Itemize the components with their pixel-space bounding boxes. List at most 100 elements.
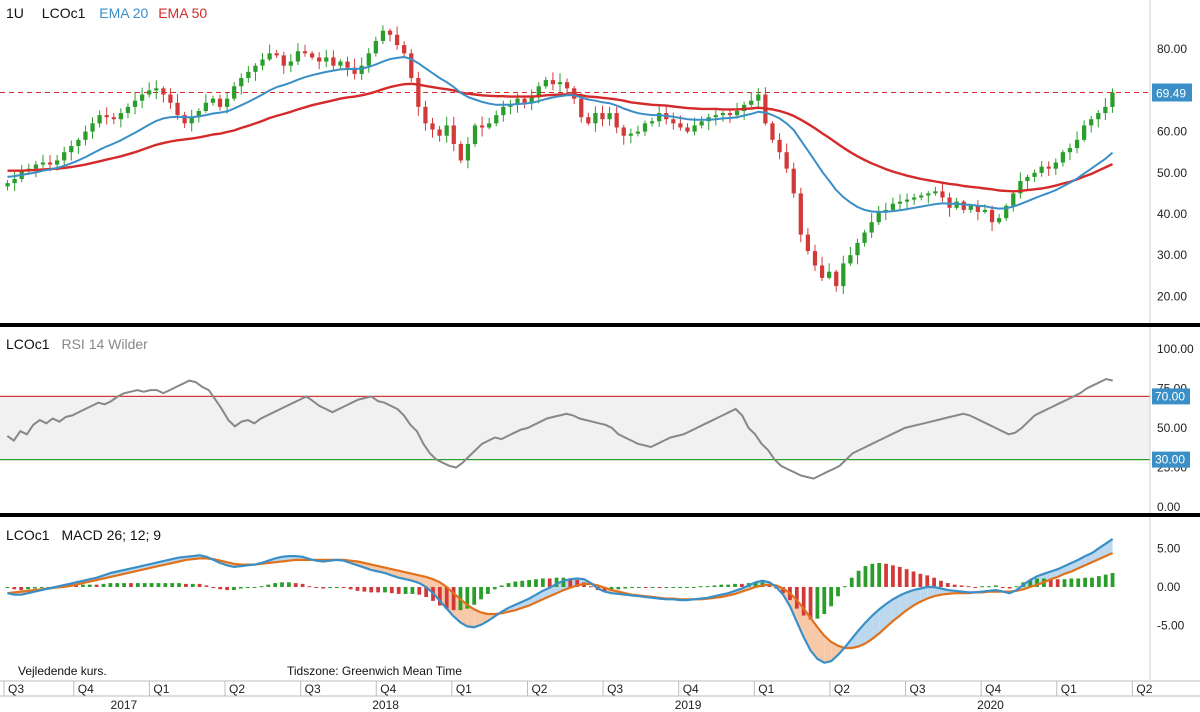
candle-body[interactable] bbox=[288, 61, 293, 66]
candle-body[interactable] bbox=[132, 100, 138, 107]
candle-body[interactable] bbox=[989, 209, 995, 223]
candle-body[interactable] bbox=[1060, 152, 1066, 163]
candle-body[interactable] bbox=[1032, 172, 1037, 177]
candle-body[interactable] bbox=[848, 255, 853, 264]
candle-body[interactable] bbox=[437, 129, 442, 136]
candle-body[interactable] bbox=[274, 53, 279, 56]
macd-histogram-bar[interactable] bbox=[513, 581, 518, 587]
macd-histogram-bar[interactable] bbox=[932, 577, 936, 587]
candle-body[interactable] bbox=[402, 45, 407, 54]
candle-body[interactable] bbox=[1046, 166, 1051, 169]
candle-body[interactable] bbox=[720, 113, 726, 116]
macd-histogram-bar[interactable] bbox=[534, 579, 538, 587]
macd-histogram-bar[interactable] bbox=[197, 583, 202, 587]
macd-histogram-bar[interactable] bbox=[1000, 586, 1005, 588]
candle-body[interactable] bbox=[239, 78, 244, 87]
macd-histogram-bar[interactable] bbox=[142, 583, 147, 587]
macd-histogram-bar[interactable] bbox=[939, 580, 943, 587]
macd-histogram-bar[interactable] bbox=[685, 586, 689, 588]
candle-body[interactable] bbox=[444, 125, 449, 136]
candle-body[interactable] bbox=[366, 53, 371, 66]
candle-body[interactable] bbox=[465, 143, 471, 161]
macd-histogram-bar[interactable] bbox=[506, 583, 511, 587]
candle-body[interactable] bbox=[1089, 119, 1094, 126]
candle-body[interactable] bbox=[777, 139, 782, 153]
macd-histogram-bar[interactable] bbox=[856, 570, 861, 587]
candle-body[interactable] bbox=[338, 61, 343, 66]
candle-body[interactable] bbox=[54, 160, 60, 165]
candle-body[interactable] bbox=[1096, 113, 1101, 120]
macd-histogram-bar[interactable] bbox=[479, 586, 483, 600]
macd-histogram-bar[interactable] bbox=[691, 586, 696, 588]
candle-body[interactable] bbox=[423, 106, 428, 124]
legend-ema20[interactable]: EMA 20 bbox=[99, 5, 148, 21]
macd-histogram-bar[interactable] bbox=[822, 586, 827, 615]
candle-body[interactable] bbox=[12, 178, 17, 184]
candle-body[interactable] bbox=[635, 131, 641, 134]
candle-body[interactable] bbox=[699, 121, 704, 126]
candle-body[interactable] bbox=[734, 111, 740, 116]
macd-histogram-bar[interactable] bbox=[5, 586, 10, 588]
macd-histogram-bar[interactable] bbox=[280, 582, 284, 587]
candle-body[interactable] bbox=[246, 71, 251, 79]
macd-histogram-bar[interactable] bbox=[1014, 586, 1019, 588]
macd-histogram-bar[interactable] bbox=[300, 583, 305, 587]
candle-body[interactable] bbox=[494, 115, 499, 124]
candle-body[interactable] bbox=[324, 57, 329, 62]
candle-body[interactable] bbox=[97, 115, 102, 124]
macd-histogram-bar[interactable] bbox=[115, 583, 120, 587]
macd-histogram-bar[interactable] bbox=[225, 586, 229, 591]
macd-histogram-bar[interactable] bbox=[884, 563, 888, 587]
macd-histogram-bar[interactable] bbox=[891, 565, 895, 587]
candle-body[interactable] bbox=[1067, 148, 1073, 153]
macd-histogram-bar[interactable] bbox=[190, 583, 195, 587]
macd-histogram-bar[interactable] bbox=[966, 586, 971, 588]
candle-body[interactable] bbox=[791, 168, 796, 194]
candle-body[interactable] bbox=[40, 162, 46, 165]
candle-body[interactable] bbox=[217, 98, 223, 107]
macd-histogram-bar[interactable] bbox=[520, 580, 525, 587]
candle-body[interactable] bbox=[961, 201, 966, 210]
candle-body[interactable] bbox=[543, 80, 548, 87]
candle-body[interactable] bbox=[62, 152, 67, 161]
macd-histogram-bar[interactable] bbox=[204, 585, 209, 587]
macd-histogram-bar[interactable] bbox=[314, 586, 319, 588]
macd-histogram-bar[interactable] bbox=[664, 586, 669, 588]
macd-histogram-bar[interactable] bbox=[451, 586, 456, 611]
macd-histogram-bar[interactable] bbox=[925, 575, 930, 587]
candle-body[interactable] bbox=[784, 152, 789, 169]
candle-body[interactable] bbox=[147, 90, 152, 95]
macd-histogram-bar[interactable] bbox=[362, 586, 367, 592]
candle-body[interactable] bbox=[203, 102, 208, 111]
macd-histogram-bar[interactable] bbox=[637, 586, 641, 588]
macd-histogram-bar[interactable] bbox=[870, 563, 875, 587]
candle-body[interactable] bbox=[812, 251, 818, 266]
candle-body[interactable] bbox=[756, 94, 761, 101]
macd-histogram-bar[interactable] bbox=[877, 563, 882, 587]
macd-histogram-bar[interactable] bbox=[81, 584, 85, 587]
divider-price-rsi[interactable] bbox=[0, 323, 1200, 327]
macd-histogram-bar[interactable] bbox=[1007, 586, 1012, 589]
macd-histogram-bar[interactable] bbox=[740, 583, 744, 587]
macd-histogram-bar[interactable] bbox=[904, 569, 909, 587]
macd-histogram-bar[interactable] bbox=[286, 582, 291, 587]
macd-histogram-bar[interactable] bbox=[444, 586, 449, 609]
macd-histogram-bar[interactable] bbox=[108, 583, 113, 587]
candle-body[interactable] bbox=[380, 30, 386, 41]
candle-body[interactable] bbox=[1103, 106, 1108, 114]
candle-body[interactable] bbox=[487, 123, 492, 128]
candle-body[interactable] bbox=[876, 211, 881, 223]
macd-histogram-bar[interactable] bbox=[149, 583, 154, 587]
ema50-line[interactable] bbox=[7, 82, 1114, 193]
macd-histogram-bar[interactable] bbox=[211, 586, 216, 588]
candle-body[interactable] bbox=[253, 65, 258, 72]
macd-histogram-bar[interactable] bbox=[252, 586, 257, 588]
candle-body[interactable] bbox=[125, 106, 131, 114]
candle-body[interactable] bbox=[579, 98, 584, 118]
macd-histogram-bar[interactable] bbox=[499, 585, 504, 587]
macd-histogram-bar[interactable] bbox=[842, 586, 847, 588]
macd-histogram-bar[interactable] bbox=[273, 583, 278, 587]
macd-histogram-bar[interactable] bbox=[396, 586, 401, 594]
candle-body[interactable] bbox=[855, 242, 860, 256]
macd-histogram-bar[interactable] bbox=[389, 586, 394, 594]
